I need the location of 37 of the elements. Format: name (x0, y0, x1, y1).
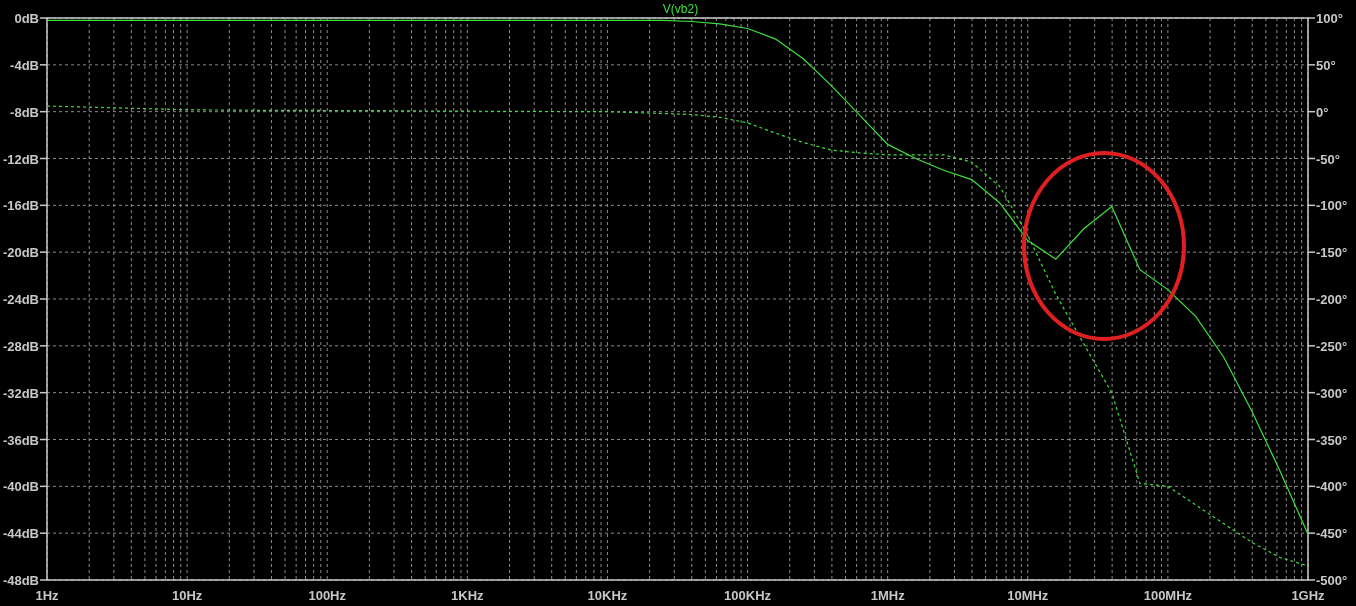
axis-label: -20dB (2, 245, 39, 261)
axis-label: 10MHz (1007, 588, 1049, 603)
axis-label: -300° (1316, 385, 1348, 401)
trace-label: V(vb2) (662, 2, 699, 16)
axis-label: -100° (1316, 198, 1348, 214)
axis-label: 10Hz (171, 588, 203, 603)
axis-label: 0dB (14, 11, 39, 26)
axis-label: 10KHz (587, 588, 628, 603)
axis-label: 100° (1316, 11, 1343, 26)
axis-label: -44dB (2, 526, 39, 542)
axis-label: -12dB (2, 151, 39, 167)
axis-label: -50° (1316, 151, 1340, 167)
axis-label: 100MHz (1143, 588, 1193, 603)
axis-label: -150° (1316, 245, 1348, 261)
axis-label: -24dB (2, 292, 39, 307)
axis-label: -450° (1316, 526, 1348, 542)
axis-label: -500° (1316, 573, 1348, 588)
axis-label: 100Hz (308, 588, 346, 603)
axis-label: 1KHz (451, 588, 484, 603)
axis-label: -4dB (10, 57, 39, 73)
axis-label: -32dB (2, 385, 39, 401)
axis-label: -400° (1316, 479, 1348, 495)
axis-label: 1MHz (870, 588, 905, 603)
axis-label: -8dB (10, 104, 39, 120)
axis-label: 50° (1316, 57, 1336, 73)
axis-label: 1GHz (1291, 588, 1325, 603)
axis-label: -48dB (2, 573, 39, 588)
axis-label: 100KHz (724, 588, 772, 603)
axis-label: -36dB (2, 432, 39, 448)
axis-label: -16dB (2, 198, 39, 214)
axis-label: -28dB (2, 338, 39, 354)
axis-label: 0° (1316, 104, 1329, 120)
axis-label: -40dB (2, 479, 39, 495)
axis-label: -350° (1316, 432, 1348, 448)
axis-label: -250° (1316, 338, 1348, 354)
axis-label: -200° (1316, 292, 1348, 307)
axis-label: 1Hz (35, 588, 59, 603)
